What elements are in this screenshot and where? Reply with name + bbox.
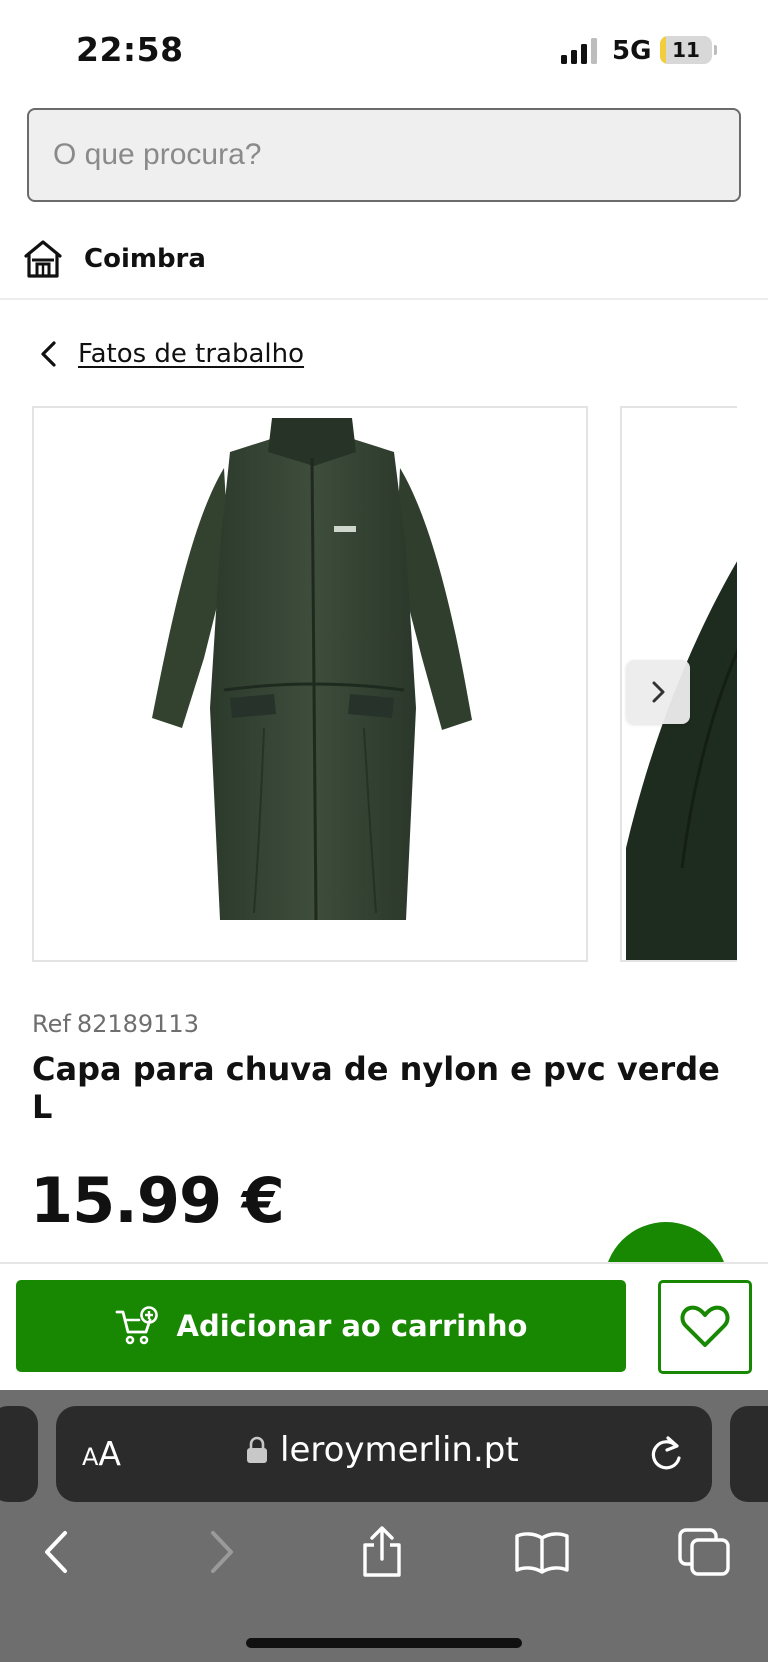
add-to-cart-label: Adicionar ao carrinho [176,1309,528,1343]
forward-button[interactable] [190,1520,254,1584]
search-input[interactable] [27,108,741,202]
next-tab-preview[interactable] [730,1406,768,1502]
bookmarks-button[interactable] [510,1520,574,1584]
raincoat-image [152,418,472,921]
book-icon [515,1532,569,1574]
store-selector[interactable]: Coimbra [22,236,206,282]
status-bar: 22:58 5G 11 [0,0,768,100]
home-indicator [246,1638,522,1648]
ref-label: Ref [32,1010,71,1038]
forward-arrow-icon [211,1531,233,1573]
sticky-action-bar: Adicionar ao carrinho [0,1262,768,1390]
back-arrow-icon [45,1531,67,1573]
divider [0,298,768,300]
network-type: 5G [612,36,652,66]
chevron-right-icon [652,681,665,703]
cart-add-icon [115,1306,158,1345]
back-button[interactable] [24,1520,88,1584]
store-name: Coimbra [84,244,206,274]
chevron-left-icon[interactable] [36,339,62,369]
add-to-cart-button[interactable]: Adicionar ao carrinho [16,1280,626,1372]
reload-icon[interactable] [646,1434,686,1474]
share-icon [363,1526,401,1577]
tabs-icon [678,1528,730,1576]
status-time: 22:58 [76,30,184,69]
battery-level: 11 [672,38,700,62]
browser-chrome: AA leroymerlin.pt [0,1390,768,1662]
product-ref: Ref 82189113 [32,1010,205,1038]
product-title: Capa para chuva de nylon e pvc verde L [32,1050,720,1126]
battery-icon: 11 [660,36,717,64]
product-image[interactable] [32,406,588,962]
previous-tab-preview[interactable] [0,1406,38,1502]
store-house-icon [24,240,62,278]
ref-number: 82189113 [76,1010,199,1038]
breadcrumb-link[interactable]: Fatos de trabalho [78,339,304,369]
tabs-button[interactable] [672,1520,736,1584]
heart-icon [680,1305,730,1347]
browser-toolbar [0,1520,768,1600]
gallery-next-button[interactable] [626,660,690,724]
product-price: 15.99 € [30,1164,285,1237]
share-button[interactable] [350,1520,414,1584]
lock-icon [247,1436,267,1463]
breadcrumb[interactable]: Fatos de trabalho [36,334,304,374]
page-settings-button[interactable]: AA [82,1434,121,1473]
url-text: leroymerlin.pt [280,1430,519,1470]
url-display[interactable]: leroymerlin.pt [246,1430,519,1470]
cellular-signal-icon [561,38,597,64]
favorite-button[interactable] [658,1280,752,1374]
address-bar[interactable]: AA leroymerlin.pt [56,1406,712,1502]
